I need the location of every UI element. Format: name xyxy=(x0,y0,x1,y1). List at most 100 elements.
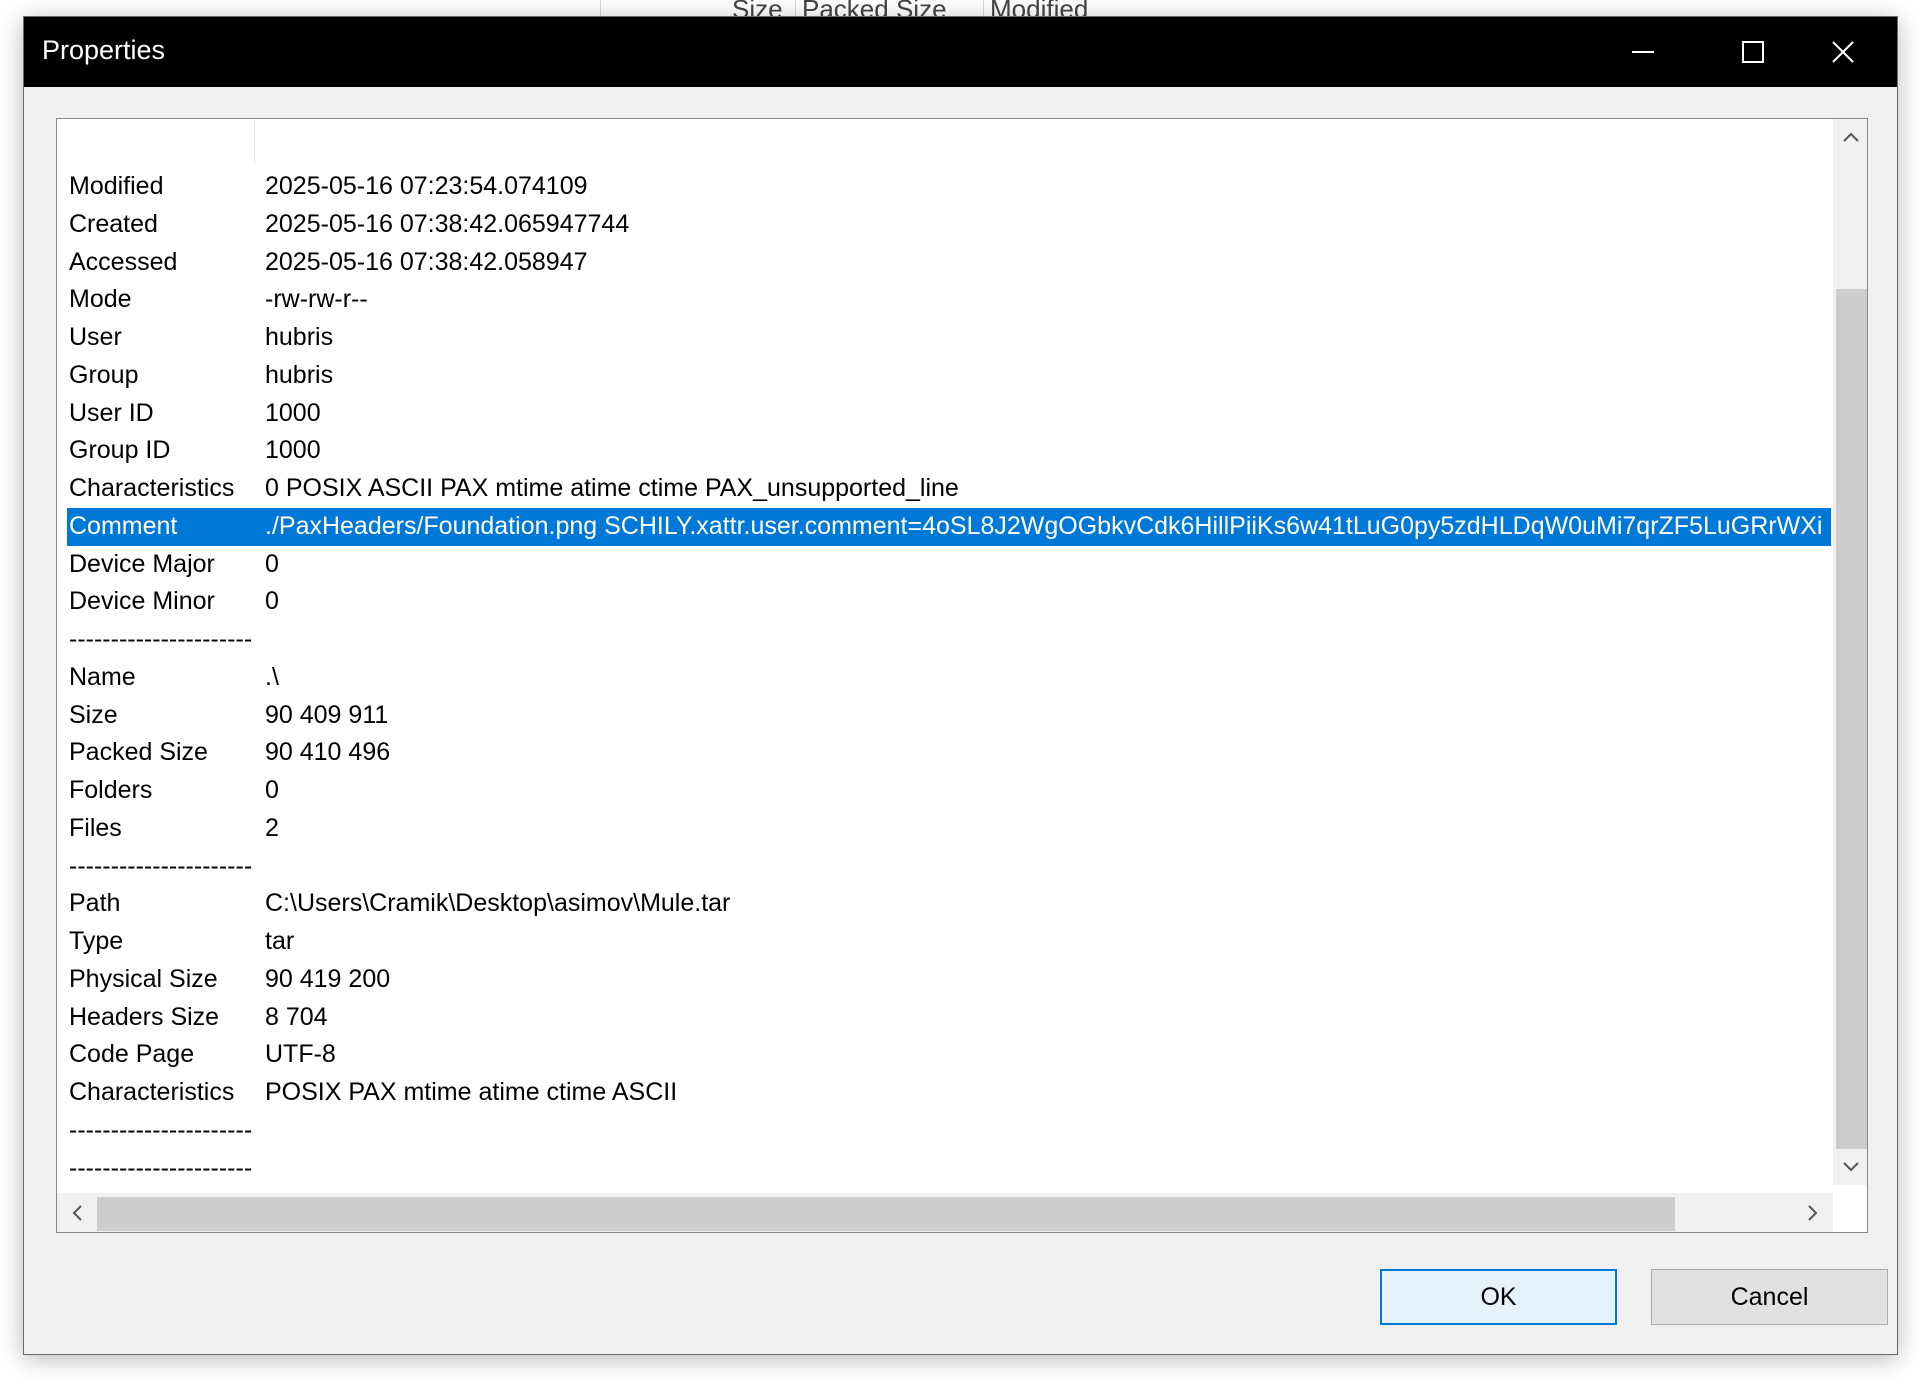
property-value: tar xyxy=(265,927,295,955)
property-name: Comment xyxy=(69,511,178,540)
property-value: -rw-rw-r-- xyxy=(265,285,368,314)
minimize-icon xyxy=(1632,51,1654,53)
property-name: Device Minor xyxy=(69,587,215,616)
property-value: 90 409 911 xyxy=(265,700,389,729)
property-value: 1000 xyxy=(265,436,321,465)
horizontal-scroll-thumb[interactable] xyxy=(97,1197,1675,1231)
property-name: Created xyxy=(69,209,158,238)
property-name: Files xyxy=(69,813,122,842)
property-name: ---------------------- xyxy=(69,625,253,653)
title-bar[interactable]: Properties xyxy=(24,17,1897,87)
property-value: 2025-05-16 07:38:42.065947744 xyxy=(265,209,630,238)
property-row[interactable]: Code Page UTF-8 xyxy=(67,1036,1831,1074)
property-row[interactable]: User hubris xyxy=(67,319,1831,357)
property-name: Characteristics xyxy=(69,474,235,502)
property-value: .\ xyxy=(265,662,279,691)
property-value: 0 xyxy=(265,776,279,804)
property-name: Modified xyxy=(69,172,164,200)
property-name: Packed Size xyxy=(69,738,208,767)
property-row[interactable]: Headers Size 8 704 xyxy=(67,999,1831,1037)
property-value: hubris xyxy=(265,360,334,389)
column-divider[interactable] xyxy=(254,121,255,163)
chevron-right-icon xyxy=(1808,1205,1818,1221)
ok-button[interactable]: OK xyxy=(1380,1269,1617,1325)
horizontal-scrollbar[interactable] xyxy=(57,1193,1833,1232)
scroll-left-button[interactable] xyxy=(57,1193,97,1232)
close-button[interactable] xyxy=(1788,17,1898,87)
vertical-scrollbar[interactable] xyxy=(1833,119,1867,1185)
property-row[interactable]: Type tar xyxy=(67,923,1831,961)
property-value: hubris xyxy=(265,323,334,351)
property-name: Accessed xyxy=(69,247,178,276)
property-value: 8 704 xyxy=(265,1002,328,1031)
close-icon xyxy=(1832,41,1854,63)
property-row[interactable]: ---------------------- xyxy=(67,621,1831,659)
property-row[interactable]: ---------------------- xyxy=(67,848,1831,886)
cancel-button[interactable]: Cancel xyxy=(1651,1269,1888,1325)
chevron-up-icon xyxy=(1843,132,1859,142)
scroll-up-button[interactable] xyxy=(1833,119,1867,155)
property-row[interactable]: Physical Size 90 419 200 xyxy=(67,961,1831,999)
property-value: 90 419 200 xyxy=(265,964,391,993)
property-value: 1000 xyxy=(265,398,321,427)
property-name: ---------------------- xyxy=(69,1153,253,1181)
property-row[interactable]: Path C:\Users\Cramik\Desktop\asimov\Mule.… xyxy=(67,885,1831,923)
list-column-header xyxy=(57,119,1817,163)
property-row[interactable]: Mode -rw-rw-r-- xyxy=(67,281,1831,319)
property-name: Group ID xyxy=(69,436,171,465)
property-name: Path xyxy=(69,889,121,918)
property-value: 2025-05-16 07:38:42.058947 xyxy=(265,247,588,276)
property-name: Headers Size xyxy=(69,1002,220,1031)
property-value: 0 POSIX ASCII PAX mtime atime ctime PAX_… xyxy=(265,474,959,502)
property-row[interactable]: Modified 2025-05-16 07:23:54.074109 xyxy=(67,168,1831,206)
property-name: ---------------------- xyxy=(69,1115,253,1144)
property-row[interactable]: Files 2 xyxy=(67,810,1831,848)
properties-list[interactable]: Modified 2025-05-16 07:23:54.074109 Create… xyxy=(56,118,1868,1233)
property-name: Device Major xyxy=(69,549,215,578)
property-row[interactable]: Created 2025-05-16 07:38:42.065947744 xyxy=(67,206,1831,244)
property-row[interactable]: Folders 0 xyxy=(67,772,1831,810)
minimize-button[interactable] xyxy=(1588,17,1698,87)
selected-property-row[interactable]: Comment ./PaxHeaders/Foundation.png SCHIL… xyxy=(67,507,1831,546)
property-row[interactable]: Group hubris xyxy=(67,357,1831,395)
property-rows: Modified 2025-05-16 07:23:54.074109 Create… xyxy=(67,168,1831,1180)
property-row[interactable]: Accessed 2025-05-16 07:38:42.058947 xyxy=(67,244,1831,282)
properties-dialog: Properties Modified 2025-05-16 07:23:54.0… xyxy=(23,16,1898,1355)
property-row[interactable]: ---------------------- xyxy=(67,1150,1831,1181)
property-name: Name xyxy=(69,662,136,691)
property-row[interactable]: Group ID 1000 xyxy=(67,432,1831,470)
property-row[interactable]: Packed Size 90 410 496 xyxy=(67,734,1831,772)
property-name: Group xyxy=(69,360,139,389)
property-row[interactable]: Device Minor 0 xyxy=(67,583,1831,621)
property-name: Code Page xyxy=(69,1040,195,1069)
property-value: 0 xyxy=(265,549,279,578)
property-value: C:\Users\Cramik\Desktop\asimov\Mule.tar xyxy=(265,889,731,918)
property-row[interactable]: Device Major 0 xyxy=(67,546,1831,584)
property-row[interactable]: User ID 1000 xyxy=(67,395,1831,433)
property-value: POSIX PAX mtime atime ctime ASCII xyxy=(265,1078,678,1106)
property-value: UTF-8 xyxy=(265,1040,336,1069)
property-row[interactable]: ---------------------- xyxy=(67,1112,1831,1150)
property-row[interactable]: Characteristics 0 POSIX ASCII PAX mtime a… xyxy=(67,470,1831,508)
property-name: User xyxy=(69,323,122,351)
property-row[interactable]: Characteristics POSIX PAX mtime atime cti… xyxy=(67,1074,1831,1112)
maximize-icon xyxy=(1742,41,1764,63)
property-value: ./PaxHeaders/Foundation.png SCHILY.xattr… xyxy=(265,511,1823,540)
scroll-down-button[interactable] xyxy=(1833,1149,1867,1185)
scroll-right-button[interactable] xyxy=(1793,1193,1833,1232)
property-value: 90 410 496 xyxy=(265,738,391,767)
property-value: 0 xyxy=(265,587,279,616)
property-name: Characteristics xyxy=(69,1078,235,1106)
property-row[interactable]: Name .\ xyxy=(67,659,1831,697)
property-name: Physical Size xyxy=(69,964,218,993)
chevron-left-icon xyxy=(72,1205,82,1221)
property-name: ---------------------- xyxy=(69,851,253,880)
property-value: 2 xyxy=(265,813,279,842)
vertical-scroll-thumb[interactable] xyxy=(1836,289,1867,1149)
property-name: Folders xyxy=(69,776,153,804)
property-name: Mode xyxy=(69,285,132,314)
property-value: 2025-05-16 07:23:54.074109 xyxy=(265,172,588,200)
dialog-title: Properties xyxy=(42,35,166,65)
property-row[interactable]: Size 90 409 911 xyxy=(67,697,1831,735)
chevron-down-icon xyxy=(1843,1162,1859,1172)
